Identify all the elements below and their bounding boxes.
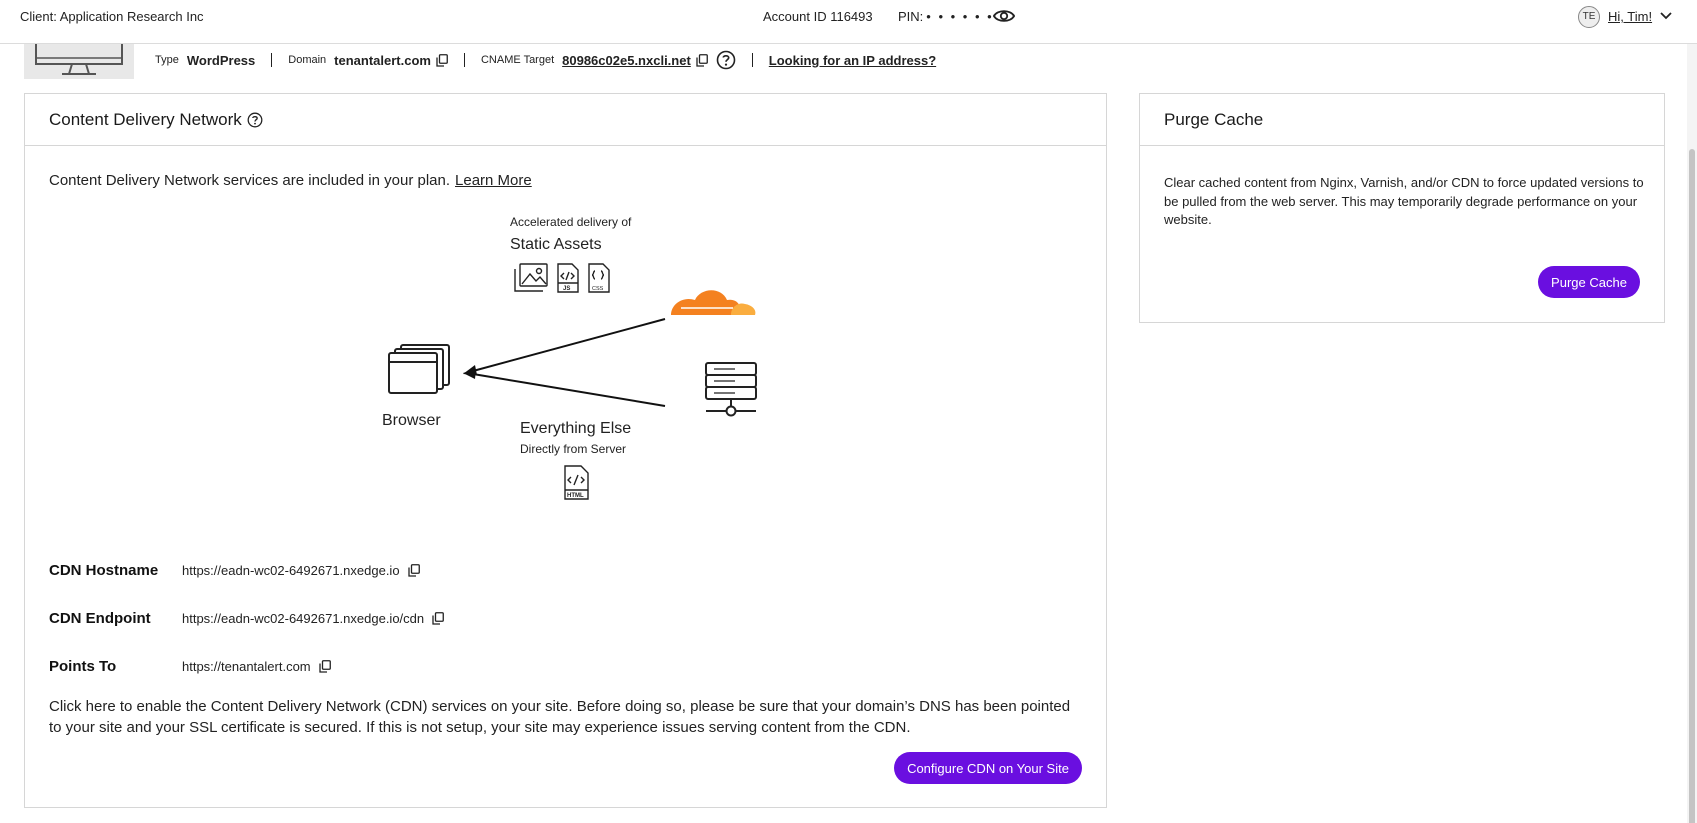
domain-value: tenantalert.com [334,52,431,68]
pin-label: PIN: [898,9,924,24]
purge-description: Clear cached content from Nginx, Varnish… [1164,175,1644,227]
domain-label: Domain [288,54,327,66]
purge-cache-button[interactable]: Purge Cache [1538,266,1640,298]
copy-icon[interactable] [436,53,448,67]
cname-label: CNAME Target [480,54,555,66]
image-file-icon [514,263,548,292]
monitor-icon [35,44,123,75]
cdn-endpoint-value: https://eadn-wc02-6492671.nxedge.io/cdn [182,611,445,626]
copy-icon[interactable] [318,660,331,673]
points-to-text: https://tenantalert.com [182,659,311,674]
cname-value-link[interactable]: 80986c02e5.nxcli.net [562,53,691,68]
user-menu-link[interactable]: Hi, Tim! [1608,9,1652,24]
pin-display: PIN: • • • • • • [898,9,994,24]
help-icon[interactable] [716,50,736,70]
css-tag: CSS [592,286,604,292]
eye-icon[interactable] [993,6,1015,26]
html-tag: HTML [567,493,584,499]
account-id: Account ID 116493 [763,9,873,24]
help-icon[interactable] [247,112,263,128]
cdn-hostname-text: https://eadn-wc02-6492671.nxedge.io [182,563,400,578]
type-label: Type [155,54,179,66]
static-assets-label: Static Assets [510,236,602,253]
cdn-title: Content Delivery Network [49,109,242,129]
copy-icon[interactable] [407,564,420,577]
points-to-label: Points To [49,658,117,675]
purge-title: Purge Cache [1164,109,1264,129]
scrollbar-thumb[interactable] [1689,149,1695,823]
divider [463,53,465,67]
top-bar: Client: Application Research Inc Account… [0,0,1697,44]
cdn-endpoint-label: CDN Endpoint [49,610,151,627]
learn-more-link[interactable]: Learn More [455,172,532,189]
site-thumbnail [24,44,134,79]
configure-cdn-button[interactable]: Configure CDN on Your Site [894,752,1082,784]
cloudflare-cloud-icon [671,290,756,315]
cdn-intro-text: Content Delivery Network services are in… [49,172,451,189]
accel-caption: Accelerated delivery of [510,215,632,229]
cdn-endpoint-text: https://eadn-wc02-6492671.nxedge.io/cdn [182,611,425,626]
js-tag: JS [563,286,570,292]
cdn-card-header: Content Delivery Network [25,94,1106,146]
type-value: WordPress [186,52,256,68]
ip-address-link[interactable]: Looking for an IP address? [769,53,936,68]
site-info-row: Type WordPress Domain tenantalert.com CN… [155,50,936,70]
client-name: Client: Application Research Inc [20,9,204,24]
browser-icon [388,344,450,394]
page-scrollbar[interactable] [1687,44,1697,823]
arrow-from-cdn [463,318,666,375]
cdn-intro: Content Delivery Network services are in… [49,172,532,189]
server-icon [705,362,757,417]
copy-icon[interactable] [696,53,708,67]
copy-icon[interactable] [432,612,445,625]
purge-cache-card: Purge Cache Clear cached content from Ng… [1139,93,1665,323]
directly-from-server-label: Directly from Server [520,442,626,456]
browser-label: Browser [382,412,441,429]
divider [271,53,273,67]
cdn-enable-description: Click here to enable the Content Deliver… [49,698,1071,736]
cdn-hostname-value: https://eadn-wc02-6492671.nxedge.io [182,563,420,578]
purge-card-header: Purge Cache [1140,94,1664,146]
everything-else-label: Everything Else [520,420,631,437]
pin-mask: • • • • • • [926,9,994,24]
cdn-card: Content Delivery Network Content Deliver… [24,93,1107,808]
cdn-hostname-label: CDN Hostname [49,562,159,579]
avatar[interactable]: TE [1578,6,1600,28]
chevron-down-icon[interactable] [1660,11,1672,21]
divider [751,53,753,67]
arrow-from-server [463,369,666,407]
cdn-diagram: Accelerated delivery of Static Assets JS… [382,215,757,500]
points-to-value: https://tenantalert.com [182,659,331,674]
